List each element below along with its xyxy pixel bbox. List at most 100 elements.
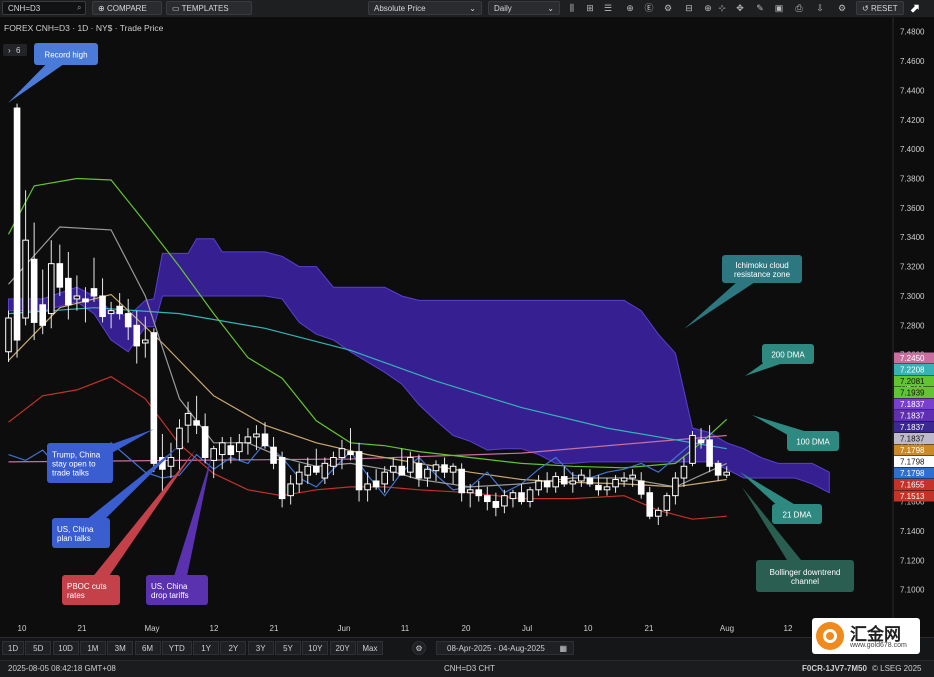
range-button-5y[interactable]: 5Y xyxy=(275,641,301,655)
range-button-1d[interactable]: 1D xyxy=(2,641,24,655)
candle-body xyxy=(116,305,123,315)
candle-body xyxy=(535,480,542,491)
settings-icon[interactable]: ⚙ xyxy=(662,1,674,15)
candle-body xyxy=(82,298,89,303)
candle-body xyxy=(30,258,38,323)
y-tick-label: 7.3400 xyxy=(900,233,925,242)
y-tick-label: 7.4600 xyxy=(900,57,925,66)
image-icon[interactable]: ▣ xyxy=(773,1,785,15)
annotation-text: Ichimoku cloud xyxy=(735,261,788,270)
x-tick-label: 11 xyxy=(401,624,410,633)
candle-body xyxy=(424,468,431,479)
candle-body xyxy=(278,456,286,500)
range-button-1y[interactable]: 1Y xyxy=(193,641,220,655)
price-label: 7.1939 xyxy=(900,389,925,398)
indicators-icon[interactable]: ⊞ xyxy=(584,1,596,15)
y-tick-label: 7.1200 xyxy=(900,556,925,565)
candle-body xyxy=(586,477,594,485)
y-tick-label: 7.1400 xyxy=(900,527,925,536)
x-tick-label: 21 xyxy=(78,624,87,633)
gear-icon[interactable]: ⚙ xyxy=(836,1,848,15)
candle-body xyxy=(244,436,252,444)
x-tick-label: 10 xyxy=(584,624,593,633)
currency-icon[interactable]: Ⓔ xyxy=(643,1,655,15)
templates-button[interactable]: ▭ TEMPLATES xyxy=(166,1,252,15)
candle-body xyxy=(560,476,568,485)
candle-body xyxy=(270,446,277,464)
candle-body xyxy=(706,439,713,467)
gold678-watermark-logo: 汇金网 www.gold678.com xyxy=(812,618,920,654)
reset-button[interactable]: ↺ RESET xyxy=(856,1,904,15)
compare-button[interactable]: ⊕ COMPARE xyxy=(92,1,162,15)
range-button-6m[interactable]: 6M xyxy=(134,641,161,655)
candle-body xyxy=(475,489,483,497)
plus-icon: ⊕ xyxy=(98,4,105,13)
layout-icon[interactable]: ⊟ xyxy=(683,1,695,15)
range-button-3m[interactable]: 3M xyxy=(107,641,134,655)
candle-body xyxy=(637,480,645,495)
chart-area[interactable]: 7.4800 7.4600 7.4400 7.4200 7.4000 7.3800 7.36… xyxy=(0,17,934,637)
range-button-10d[interactable]: 10D xyxy=(52,641,79,655)
candle-body xyxy=(578,474,585,482)
symbol-input[interactable]: CNH=D3 xyxy=(2,1,86,15)
candle-body xyxy=(398,465,406,476)
candle-body xyxy=(47,263,55,315)
settings-icon[interactable]: ⚙ xyxy=(412,641,426,655)
x-tick-label: 12 xyxy=(210,624,219,633)
range-button-10y[interactable]: 10Y xyxy=(302,641,329,655)
y-tick-label: 7.4400 xyxy=(900,86,925,95)
price-label: 7.2081 xyxy=(900,377,925,386)
candle-body xyxy=(620,477,628,482)
studies-icon[interactable]: ☰ xyxy=(602,1,614,15)
annotation-text: Record high xyxy=(44,51,87,60)
range-button-1m[interactable]: 1M xyxy=(79,641,106,655)
candle-body xyxy=(236,442,243,453)
svg-text:›: › xyxy=(8,46,11,55)
price-label: 7.2208 xyxy=(900,366,925,375)
x-tick-label: 21 xyxy=(270,624,279,633)
annotation-text: Bollinger downtrend xyxy=(770,568,841,577)
draw-icon[interactable]: ✎ xyxy=(754,1,766,15)
candle-body xyxy=(526,489,534,503)
tradingview-logo[interactable]: ⬈ xyxy=(910,1,920,15)
crosshair-icon[interactable]: ⊹ xyxy=(716,1,728,15)
range-button-ytd[interactable]: YTD xyxy=(161,641,192,655)
reset-icon: ↺ xyxy=(862,4,869,13)
candle-type-icon[interactable]: ⫼ xyxy=(566,1,578,15)
legend-count: 6 xyxy=(16,46,21,55)
price-label: 7.1798 xyxy=(900,458,925,467)
annotation-text: Trump, China xyxy=(52,451,101,460)
range-bar: 1D 5D 10D 1M 3M 6M YTD 1Y 2Y 3Y 5Y 10Y 20Y Max ⚙ 08-A… xyxy=(0,637,934,660)
chevron-down-icon: ⌄ xyxy=(469,4,476,13)
candle-body xyxy=(355,451,363,491)
candle-body xyxy=(672,477,679,497)
range-button-3y[interactable]: 3Y xyxy=(247,641,274,655)
candle-body xyxy=(449,465,457,473)
candle-body xyxy=(347,451,354,456)
y-tick-label: 7.4200 xyxy=(900,116,925,125)
candle-body xyxy=(492,501,500,508)
range-button-20y[interactable]: 20Y xyxy=(329,641,356,655)
candle-body xyxy=(381,471,388,485)
candle-body xyxy=(124,313,132,328)
status-copyright: © LSEG 2025 xyxy=(872,664,922,673)
pan-icon[interactable]: ✥ xyxy=(734,1,746,15)
candle-body xyxy=(167,456,175,467)
zoom-in-icon[interactable]: ⊕ xyxy=(702,1,714,15)
annotation-text: 21 DMA xyxy=(783,511,813,520)
status-bar: 2025-08-05 08:42:18 GMT+08 CNH=D3 CHT F0… xyxy=(0,660,934,677)
download-icon[interactable]: ⇩ xyxy=(814,1,826,15)
interval-select[interactable]: Daily ⌄ xyxy=(488,1,560,15)
print-icon[interactable]: ⎙ xyxy=(793,1,805,15)
date-range-picker[interactable]: 08-Apr-2025 - 04-Aug-2025 ▦ xyxy=(436,641,574,655)
logo-icon xyxy=(816,622,844,650)
chart-title: FOREX CNH=D3 · 1D · NY$ · Trade Price xyxy=(4,23,164,33)
events-icon[interactable]: ⊕ xyxy=(624,1,636,15)
range-button-5d[interactable]: 5D xyxy=(25,641,52,655)
price-type-select[interactable]: Absolute Price ⌄ xyxy=(368,1,482,15)
range-button-max[interactable]: Max xyxy=(356,641,383,655)
range-button-2y[interactable]: 2Y xyxy=(220,641,247,655)
candle-body xyxy=(90,288,98,297)
legend-collapse-toggle[interactable]: › 6 xyxy=(3,44,27,56)
search-icon[interactable]: ⌕ xyxy=(77,1,81,15)
